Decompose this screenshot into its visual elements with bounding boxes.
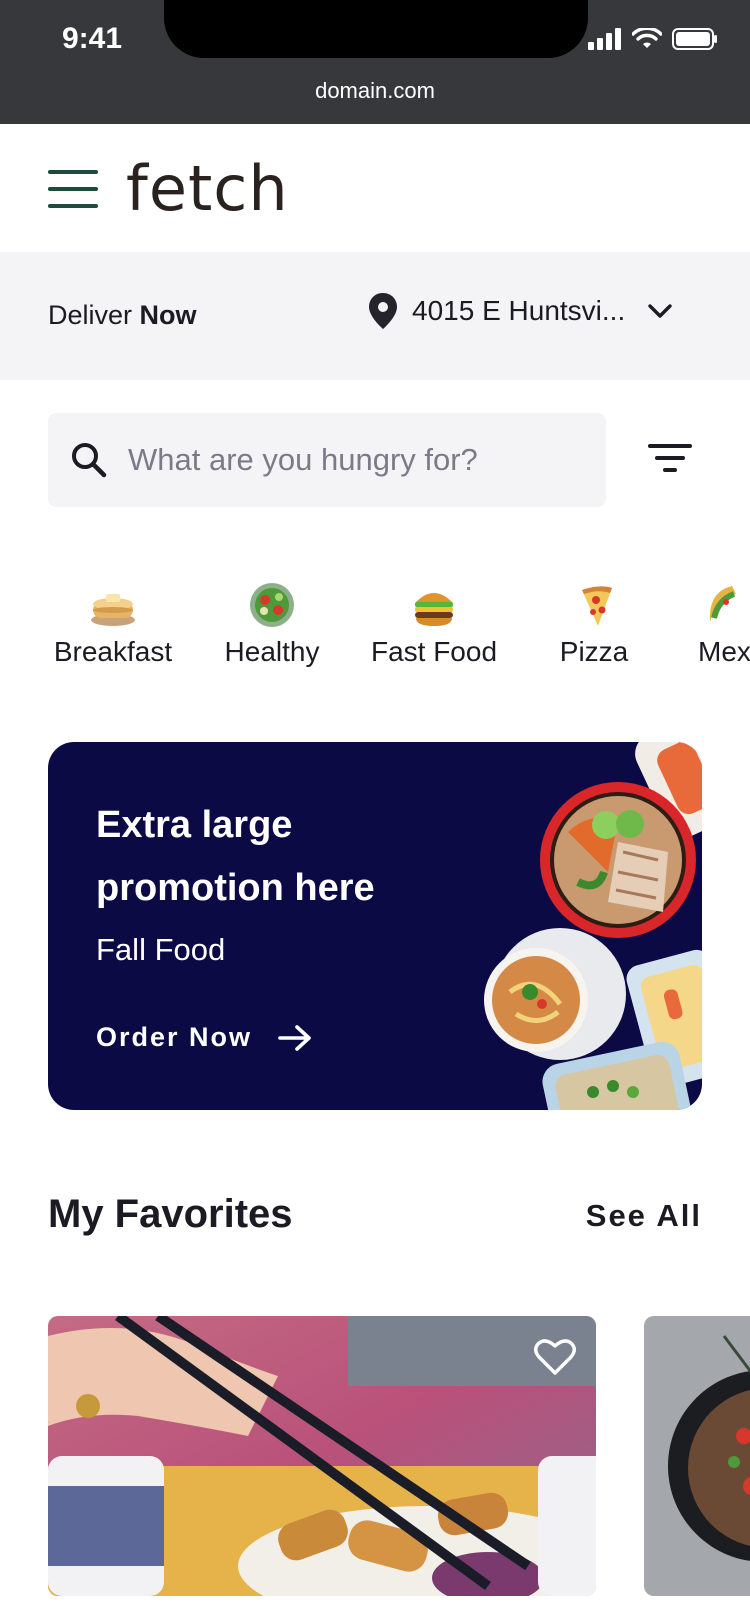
order-now-label: Order Now [96, 1022, 253, 1052]
search-icon [72, 443, 107, 478]
address-selector[interactable]: 4015 E Huntsvi... [368, 292, 673, 330]
see-all-link[interactable]: See All [586, 1198, 702, 1234]
device-notch [164, 0, 588, 58]
favorite-card[interactable] [644, 1316, 750, 1596]
battery-icon [672, 28, 717, 50]
salad-icon [250, 583, 294, 627]
menu-line [48, 204, 98, 208]
pizza-icon [582, 586, 612, 626]
promo-subtitle: Fall Food [96, 932, 226, 967]
category-label: Breakfast [53, 636, 173, 667]
menu-line [48, 170, 98, 174]
wifi-icon [632, 28, 662, 48]
category-breakfast[interactable]: Breakfast [48, 582, 178, 668]
filter-line [648, 444, 692, 448]
pancakes-icon [91, 594, 135, 626]
filter-button[interactable] [648, 444, 692, 476]
category-label: Mex [698, 636, 750, 667]
filter-line [655, 456, 685, 460]
app-header: fetch [0, 124, 750, 252]
category-healthy[interactable]: Healthy [212, 582, 332, 668]
fetch-logo[interactable]: fetch [126, 152, 289, 225]
deliver-mode[interactable]: Deliver Now [48, 300, 197, 331]
chevron-down-icon [648, 304, 672, 318]
heart-icon[interactable] [534, 1338, 576, 1376]
deliver-mode-value: Now [139, 300, 197, 330]
category-label: Healthy [224, 636, 320, 667]
favorite-card[interactable] [48, 1316, 596, 1596]
search-box [48, 413, 606, 507]
burger-icon [415, 593, 453, 626]
category-label: Fast Food [370, 636, 498, 667]
delivery-bar: Deliver Now 4015 E Huntsvi... [0, 252, 750, 380]
signal-icon [588, 28, 621, 50]
promo-banner[interactable]: Extra large promotion here Fall Food Ord… [48, 742, 702, 1110]
filter-line [663, 468, 677, 472]
order-now-button[interactable]: Order Now [96, 1022, 312, 1053]
status-icons [588, 28, 718, 50]
address-text: 4015 E Huntsvi... [412, 295, 626, 326]
search-input[interactable] [128, 435, 588, 485]
deliver-label: Deliver [48, 300, 133, 330]
category-pizza[interactable]: Pizza [536, 582, 652, 668]
arrow-right-icon [278, 1024, 311, 1051]
promo-title: Extra large promotion here [96, 804, 375, 909]
category-label: Pizza [559, 636, 629, 667]
status-time: 9:41 [62, 22, 123, 55]
category-fast-food[interactable]: Fast Food [366, 582, 502, 668]
hamburger-menu-button[interactable] [48, 170, 98, 208]
menu-line [48, 187, 98, 191]
promo-food-image [484, 742, 702, 1110]
browser-chrome: 9:41 domain.com [0, 0, 750, 124]
location-pin-icon [369, 293, 397, 329]
favorites-heading: My Favorites [48, 1192, 293, 1236]
food-photo-image [644, 1316, 750, 1596]
taco-icon [709, 586, 736, 622]
food-photo-image [48, 1316, 596, 1596]
address-bar-url[interactable]: domain.com [0, 78, 750, 104]
category-list: Breakfast Healthy Fast Food Pizza Mex [0, 582, 750, 692]
category-mex[interactable]: Mex [698, 582, 750, 668]
